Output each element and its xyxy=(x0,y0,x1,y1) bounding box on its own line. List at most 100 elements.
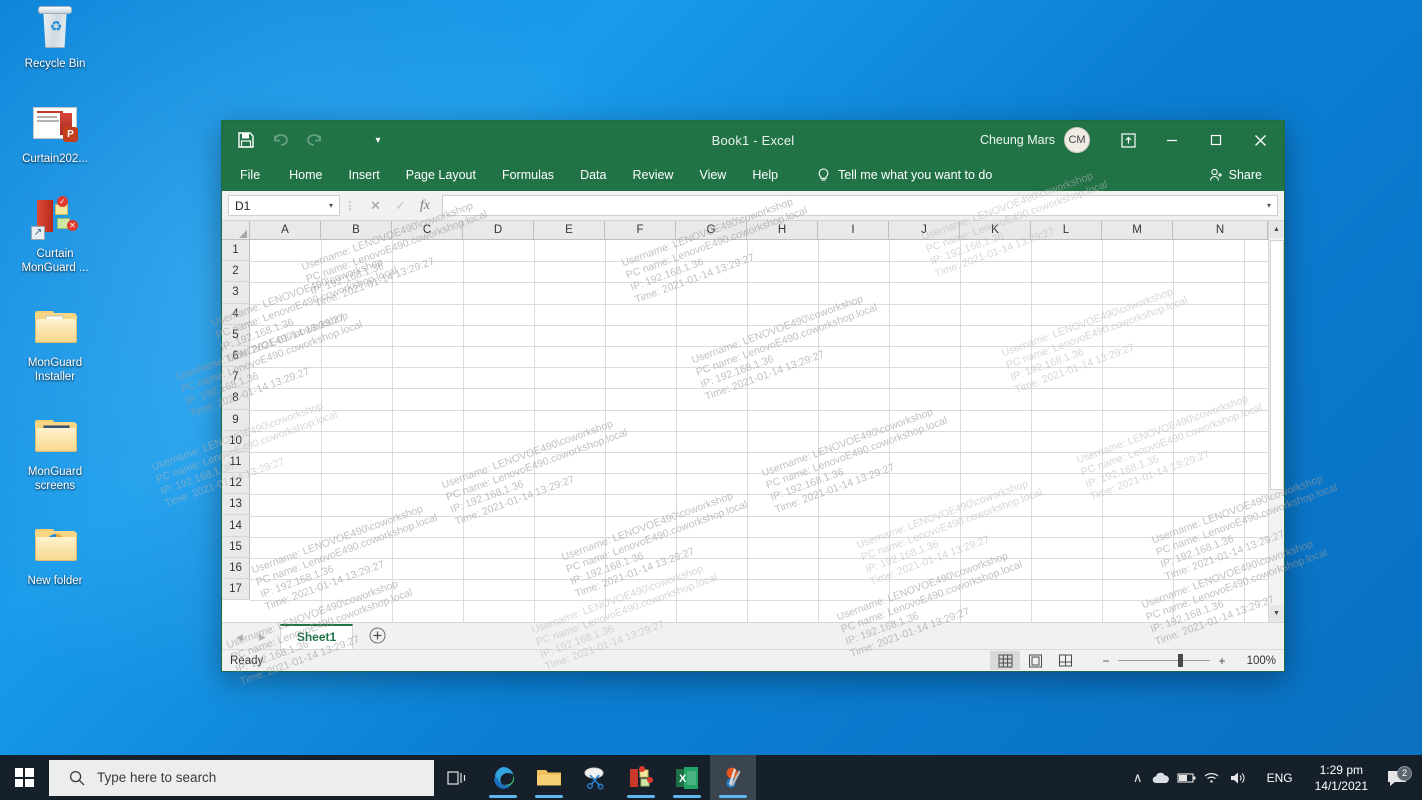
add-sheet-button[interactable] xyxy=(369,627,386,644)
row-header[interactable]: 2 xyxy=(222,261,250,283)
zoom-out-button[interactable]: − xyxy=(1098,654,1114,668)
scroll-thumb[interactable] xyxy=(1269,240,1284,490)
share-button[interactable]: Share xyxy=(1209,168,1284,182)
undo-icon[interactable] xyxy=(270,130,290,150)
desktop-icon-recycle-bin[interactable]: ♻ Recycle Bin xyxy=(13,4,97,71)
row-header[interactable]: 9 xyxy=(222,409,250,431)
desktop-icon-new-folder[interactable]: New folder xyxy=(13,521,97,588)
scroll-up-button[interactable]: ▲ xyxy=(1268,221,1284,238)
zoom-thumb[interactable] xyxy=(1178,654,1183,667)
customize-quick-access-chevron-down-icon[interactable]: ▾ xyxy=(368,130,388,150)
tab-review[interactable]: Review xyxy=(619,159,686,191)
expand-formula-bar-icon[interactable]: ▾ xyxy=(1267,201,1277,210)
column-header-f[interactable]: F xyxy=(605,221,676,240)
taskbar-item-task-view[interactable] xyxy=(434,755,480,800)
tell-me-search[interactable]: Tell me what you want to do xyxy=(817,167,992,183)
page-break-preview-button[interactable] xyxy=(1050,651,1080,670)
avatar[interactable]: CM xyxy=(1064,127,1090,153)
start-button[interactable] xyxy=(0,755,48,800)
row-header[interactable]: 14 xyxy=(222,515,250,537)
row-header[interactable]: 8 xyxy=(222,388,250,410)
column-header-k[interactable]: K xyxy=(960,221,1031,240)
tab-formulas[interactable]: Formulas xyxy=(489,159,567,191)
taskbar-item-microsoft-excel[interactable]: X xyxy=(664,755,710,800)
row-header[interactable]: 11 xyxy=(222,451,250,474)
row-header[interactable]: 5 xyxy=(222,324,250,346)
sheet-nav-arrows[interactable]: ◀ ▶ xyxy=(230,632,280,649)
column-header-m[interactable]: M xyxy=(1102,221,1173,240)
tab-help[interactable]: Help xyxy=(739,159,791,191)
zoom-track[interactable] xyxy=(1118,654,1210,667)
tab-data[interactable]: Data xyxy=(567,159,619,191)
ribbon-display-options-icon[interactable] xyxy=(1106,121,1150,159)
column-header-n[interactable]: N xyxy=(1173,221,1268,240)
speaker-volume-icon[interactable] xyxy=(1229,771,1255,785)
formula-bar-drag-handle[interactable]: ⋮ xyxy=(340,199,360,212)
tab-page-layout[interactable]: Page Layout xyxy=(393,159,489,191)
desktop-icon-curtain2021[interactable]: P Curtain202... xyxy=(13,99,97,166)
maximize-button[interactable] xyxy=(1194,121,1238,159)
normal-view-button[interactable] xyxy=(990,651,1020,670)
row-header[interactable]: 6 xyxy=(222,345,250,368)
column-header-c[interactable]: C xyxy=(392,221,463,240)
clock[interactable]: 1:29 pm 14/1/2021 xyxy=(1305,762,1378,794)
battery-icon[interactable] xyxy=(1177,772,1203,784)
search-input[interactable]: Type here to search xyxy=(49,759,434,796)
row-header[interactable]: 4 xyxy=(222,303,250,325)
taskbar-item-curtain-monguard[interactable] xyxy=(618,755,664,800)
row-header[interactable]: 16 xyxy=(222,557,250,579)
row-header[interactable]: 12 xyxy=(222,473,250,495)
column-header-e[interactable]: E xyxy=(534,221,605,240)
minimize-button[interactable] xyxy=(1150,121,1194,159)
column-header-g[interactable]: G xyxy=(676,221,747,240)
account-name[interactable]: Cheung Mars xyxy=(980,133,1055,147)
scroll-down-button[interactable]: ▼ xyxy=(1268,605,1284,622)
tab-view[interactable]: View xyxy=(686,159,739,191)
row-header[interactable]: 1 xyxy=(222,240,250,262)
desktop-icon-monguard-installer[interactable]: MonGuard Installer xyxy=(13,303,97,384)
tab-file[interactable]: File xyxy=(222,159,276,191)
chevron-down-icon[interactable]: ▾ xyxy=(329,201,333,210)
tab-insert[interactable]: Insert xyxy=(336,159,393,191)
row-header[interactable]: 10 xyxy=(222,430,250,452)
taskbar-item-microsoft-edge[interactable] xyxy=(480,755,526,800)
column-header-j[interactable]: J xyxy=(889,221,960,240)
column-header-l[interactable]: L xyxy=(1031,221,1102,240)
vertical-scrollbar[interactable]: ▲ ▼ xyxy=(1268,221,1284,622)
row-header[interactable]: 3 xyxy=(222,282,250,304)
wifi-icon[interactable] xyxy=(1203,771,1229,784)
language-indicator[interactable]: ENG xyxy=(1255,771,1305,785)
column-header-b[interactable]: B xyxy=(321,221,392,240)
zoom-level-label[interactable]: 100% xyxy=(1238,655,1276,667)
name-box[interactable]: D1 ▾ xyxy=(228,195,340,216)
row-header[interactable]: 17 xyxy=(222,579,250,601)
row-header[interactable]: 7 xyxy=(222,367,250,389)
cancel-icon[interactable]: ✕ xyxy=(370,198,381,214)
redo-icon[interactable] xyxy=(304,130,324,150)
column-header-a[interactable]: A xyxy=(250,221,321,240)
cell-area[interactable] xyxy=(250,240,1268,622)
taskbar-item-file-explorer[interactable] xyxy=(526,755,572,800)
column-header-d[interactable]: D xyxy=(463,221,534,240)
next-sheet-icon[interactable]: ▶ xyxy=(259,632,266,643)
desktop-icon-curtain-monguard[interactable]: ✓ ✕ ↗ Curtain MonGuard ... xyxy=(13,194,97,275)
tab-home[interactable]: Home xyxy=(276,159,335,191)
save-icon[interactable] xyxy=(236,130,256,150)
row-header[interactable]: 15 xyxy=(222,536,250,558)
scroll-track[interactable] xyxy=(1268,238,1284,605)
row-header[interactable]: 13 xyxy=(222,494,250,516)
column-header-h[interactable]: H xyxy=(747,221,818,240)
sheet-tab-sheet1[interactable]: Sheet1 xyxy=(279,624,354,649)
formula-input[interactable]: ▾ xyxy=(441,195,1278,216)
show-hidden-icons-chevron-up-icon[interactable]: ∧ xyxy=(1125,770,1151,786)
select-all-button[interactable] xyxy=(222,221,250,240)
taskbar-item-snipping-tool[interactable] xyxy=(572,755,618,800)
column-header-i[interactable]: I xyxy=(818,221,889,240)
close-button[interactable] xyxy=(1238,121,1282,159)
zoom-in-button[interactable]: + xyxy=(1214,654,1230,668)
previous-sheet-icon[interactable]: ◀ xyxy=(236,632,243,643)
insert-function-icon[interactable]: fx xyxy=(420,198,430,214)
taskbar-item-snip-and-sketch[interactable] xyxy=(710,755,756,800)
page-layout-view-button[interactable] xyxy=(1020,651,1050,670)
zoom-slider[interactable]: − + xyxy=(1098,654,1230,668)
